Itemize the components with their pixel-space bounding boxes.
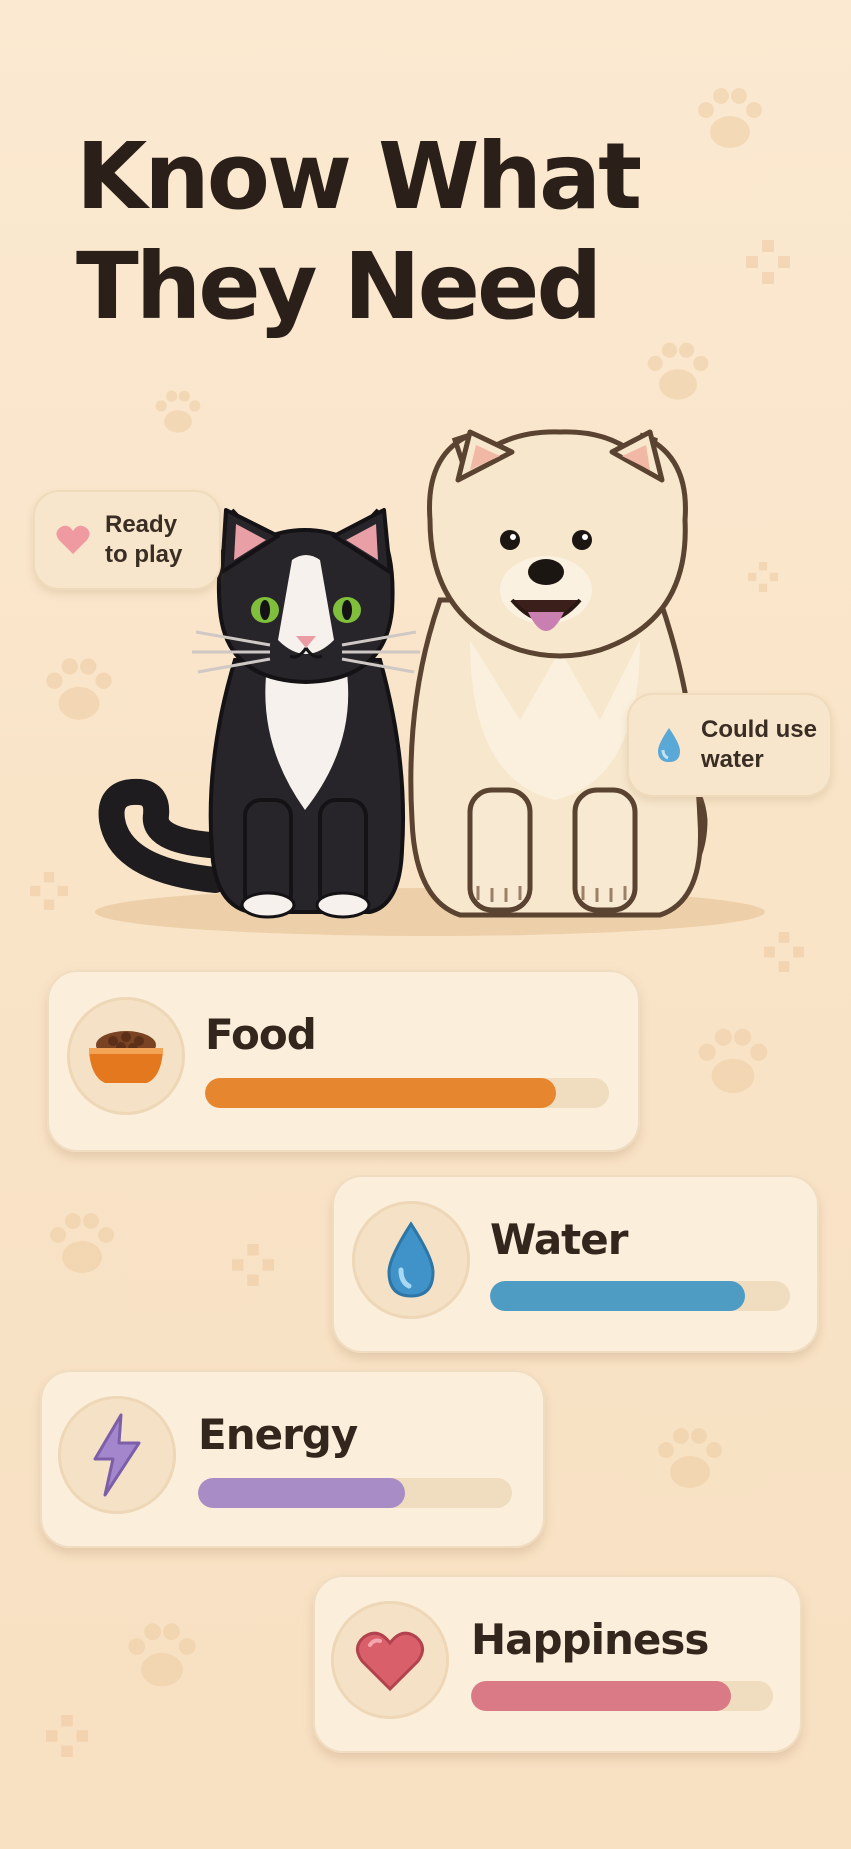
stat-progress-track <box>490 1281 790 1311</box>
stat-card-food: Food <box>47 970 640 1152</box>
dog-illustration <box>408 429 708 918</box>
droplet-icon <box>387 1221 435 1298</box>
paw-print-icon <box>658 1428 722 1488</box>
droplet-icon <box>658 728 680 762</box>
water-progress-fill <box>490 1281 745 1311</box>
stat-label: Water <box>490 1215 628 1264</box>
stat-label: Energy <box>198 1410 358 1459</box>
icon-circle <box>67 997 185 1115</box>
happiness-progress-fill <box>471 1681 731 1711</box>
sparkle-icon <box>232 1244 274 1286</box>
paw-print-icon <box>698 1028 768 1094</box>
energy-progress-fill <box>198 1478 406 1508</box>
heart-icon <box>56 525 90 554</box>
stat-card-happiness: Happiness <box>313 1575 802 1753</box>
icon-circle <box>58 1396 176 1514</box>
sparkle-icon <box>46 1715 88 1757</box>
stat-progress-track <box>205 1078 609 1108</box>
status-bubble-could-use-water: Could use water <box>627 693 832 797</box>
bubble-text: Could use water <box>701 716 818 773</box>
stat-card-energy: Energy <box>40 1370 545 1548</box>
stat-progress-track <box>198 1478 512 1508</box>
lightning-icon <box>93 1413 141 1497</box>
bubble-text: Ready to play <box>105 511 183 568</box>
icon-circle <box>331 1601 449 1719</box>
icon-circle <box>352 1201 470 1319</box>
stat-card-water: Water <box>332 1175 819 1353</box>
stat-progress-track <box>471 1681 773 1711</box>
paw-print-icon <box>128 1623 196 1687</box>
paw-print-icon <box>50 1213 114 1273</box>
status-bubble-ready-to-play: Ready to play <box>33 490 221 590</box>
food-progress-fill <box>205 1078 557 1108</box>
stat-label: Happiness <box>471 1615 709 1664</box>
food-bowl-icon <box>89 1031 163 1083</box>
heart-icon <box>356 1631 424 1692</box>
stat-label: Food <box>205 1010 317 1059</box>
